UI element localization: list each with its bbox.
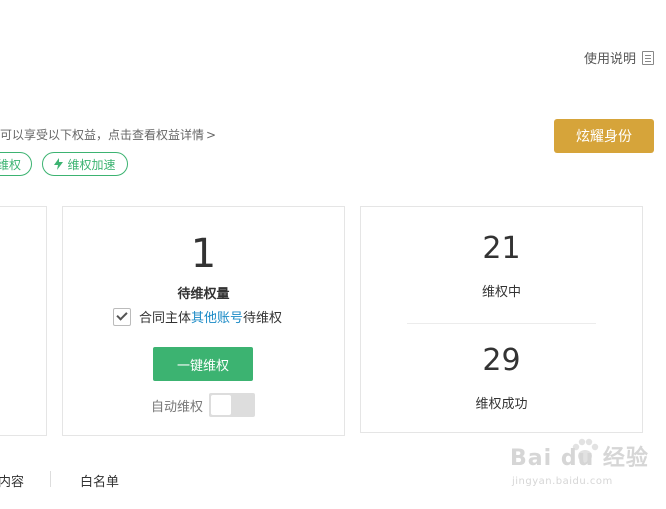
help-label: 使用说明 (583, 52, 636, 67)
checkbox-text: 合同主体其他账号待维权 (139, 307, 282, 326)
progress-card: 21 维权中 29 维权成功 (360, 206, 643, 433)
paw-icon (572, 438, 599, 462)
tab-whitelist[interactable]: 白名单 (80, 471, 119, 490)
rights-page: 使用说明 可以享受以下权益，点击查看权益详情 > 炫耀身份 维权 维权加速 1 待… (0, 0, 666, 509)
divider (407, 323, 596, 324)
other-account-link[interactable]: 其他账号 (191, 311, 243, 326)
other-account-checkbox-row: 合同主体其他账号待维权 (113, 307, 282, 326)
other-account-checkbox[interactable] (113, 307, 131, 326)
show-identity-button[interactable]: 炫耀身份 (554, 119, 654, 153)
tab-content[interactable]: 内容 (0, 471, 24, 490)
rights-pill-label: 维权 (0, 157, 21, 172)
auto-rights-row: 自动维权 (151, 393, 256, 417)
chevron-right-icon: > (206, 128, 217, 142)
success-count: 29 (482, 343, 521, 378)
lightning-icon (54, 158, 64, 170)
checkbox-prefix: 合同主体 (139, 311, 192, 326)
rights-speedup-pill[interactable]: 维权加速 (42, 152, 128, 176)
doc-icon (642, 50, 654, 65)
checkbox-suffix: 待维权 (243, 311, 283, 326)
rights-pill[interactable]: 维权 (0, 152, 32, 176)
rights-speedup-label: 维权加速 (67, 157, 116, 172)
pending-card: 1 待维权量 合同主体其他账号待维权 一键维权 自动维权 (62, 206, 345, 436)
auto-rights-toggle[interactable] (209, 393, 256, 417)
success-label: 维权成功 (475, 397, 528, 412)
left-card (0, 206, 47, 436)
one-key-rights-button[interactable]: 一键维权 (153, 347, 253, 381)
in-progress-label: 维权中 (481, 285, 521, 300)
benefit-text[interactable]: 可以享受以下权益，点击查看权益详情 > (0, 126, 216, 143)
pending-label: 待维权量 (177, 287, 230, 302)
tab-separator (50, 471, 51, 487)
help-link[interactable]: 使用说明 (584, 48, 654, 67)
watermark-url: jingyan.baidu.com (512, 476, 613, 487)
watermark-text: Bai du 经验 (510, 446, 649, 471)
in-progress-count: 21 (482, 231, 521, 266)
auto-rights-label: 自动维权 (151, 399, 204, 415)
baidu-watermark: Bai du 经验 jingyan.baidu.com (510, 438, 656, 496)
benefit-description: 可以享受以下权益，点击查看权益详情 (0, 128, 205, 142)
pending-count: 1 (190, 231, 217, 277)
toggle-knob (211, 395, 232, 415)
